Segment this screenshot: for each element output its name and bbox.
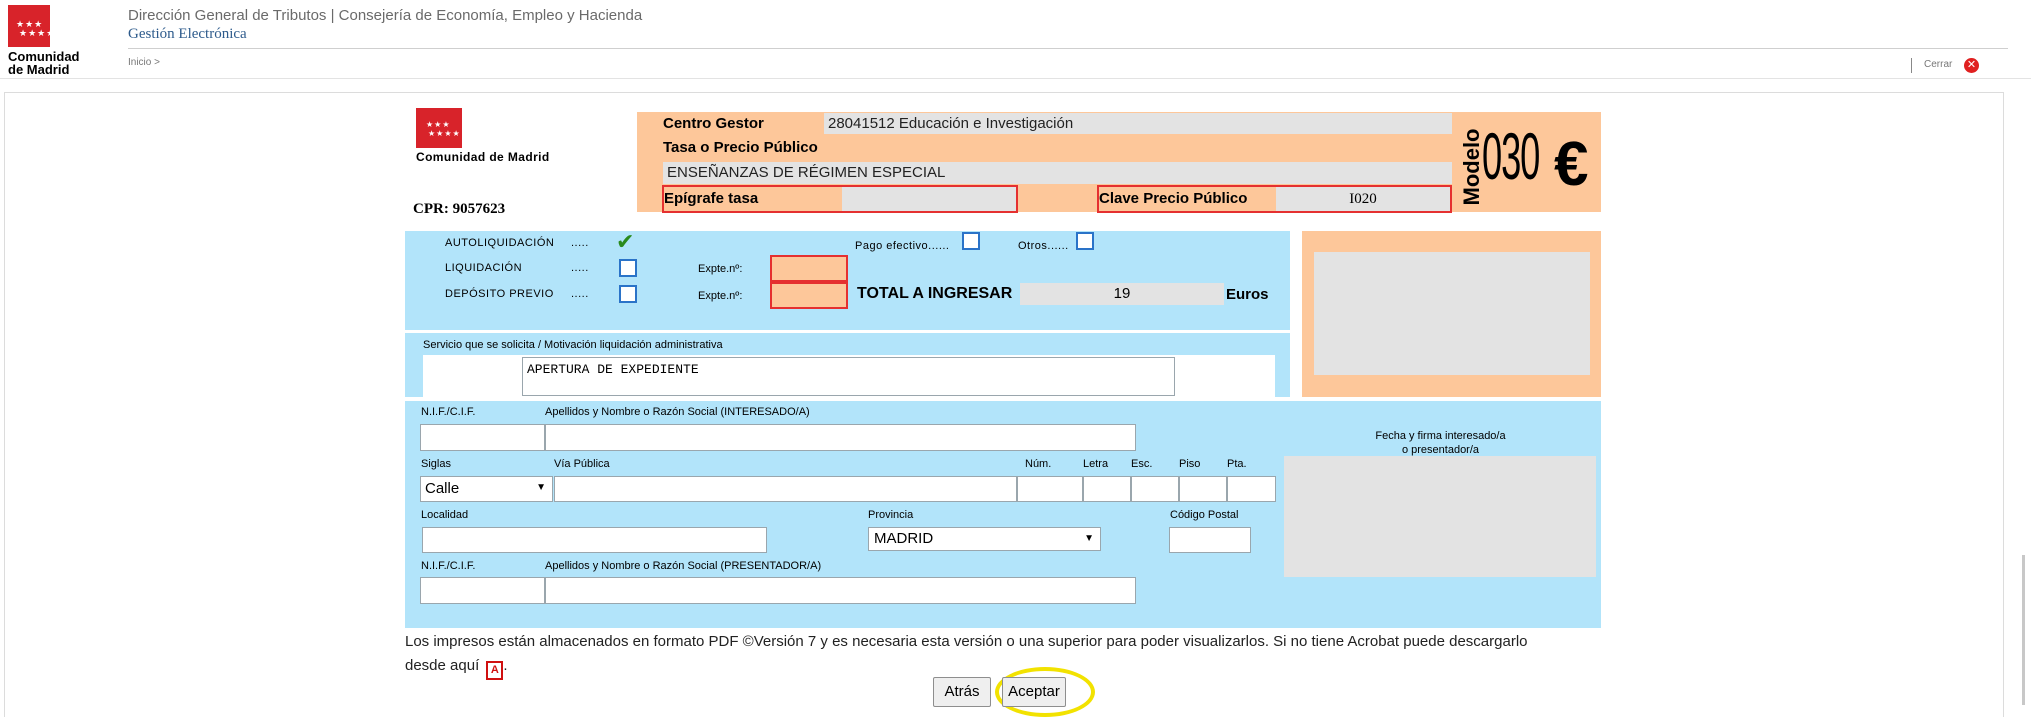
firma-area[interactable] [1284,456,1596,577]
interesado-input[interactable] [545,424,1136,451]
num-label: Núm. [1025,458,1052,470]
close-link[interactable]: Cerrar [1924,59,1952,70]
centro-gestor-value: 28041512 Educación e Investigación [824,113,1452,134]
total-value: 19 [1020,283,1224,305]
chevron-down-icon: ▼ [1084,533,1094,544]
localidad-input[interactable] [422,527,767,553]
form-brand-text: Comunidad de Madrid [416,150,550,164]
siglas-label: Siglas [421,458,451,470]
piso-label: Piso [1179,458,1201,470]
euro-icon: € [1554,130,1589,199]
via-input[interactable] [554,476,1017,502]
servicio-label: Servicio que se solicita / Motivación li… [423,339,723,351]
autoliquidacion-checkmark-icon[interactable]: ✔ [616,229,634,255]
department-title: Dirección General de Tributos | Consejer… [128,7,643,24]
centro-gestor-label: Centro Gestor [663,115,764,132]
header-divider [128,48,2008,49]
logo-text: Comunidad de Madrid [8,50,80,76]
expte-label-1: Expte.nº: [698,263,743,275]
nif-input[interactable] [420,424,545,451]
deposito-dots: ..... [571,288,589,300]
accept-button[interactable]: Aceptar [1002,677,1066,707]
autoliquidacion-label: AUTOLIQUIDACIÓN [445,237,555,249]
servicio-textarea[interactable]: APERTURA DE EXPEDIENTE [522,357,1175,396]
header-bottom-line [0,78,2031,79]
esc-input[interactable] [1131,476,1179,502]
pdf-notice: Los impresos están almacenados en format… [405,630,1615,680]
autoliquidacion-dots: ..... [571,237,589,249]
pago-efectivo-label: Pago efectivo...... [855,240,950,252]
codigo-postal-label: Código Postal [1170,509,1239,521]
close-icon[interactable]: ✕ [1964,58,1979,73]
presentador-label: Apellidos y Nombre o Razón Social (PRESE… [545,560,822,572]
nif-label: N.I.F./C.I.F. [421,406,476,418]
expte-label-2: Expte.nº: [698,290,743,302]
liquidacion-checkbox[interactable] [619,259,637,277]
num-input[interactable] [1017,476,1083,502]
epigrafe-label: Epígrafe tasa [664,190,759,207]
letra-input[interactable] [1083,476,1131,502]
via-label: Vía Pública [554,458,610,470]
chevron-down-icon: ▼ [536,482,546,493]
epigrafe-input[interactable] [842,187,1016,211]
clave-label: Clave Precio Público [1099,190,1248,207]
pdf-notice-line-2-text: desde aquí [405,657,480,674]
back-button[interactable]: Atrás [933,677,991,707]
breadcrumb[interactable]: Inicio > [128,57,160,68]
cpr-number: CPR: 9057623 [413,201,506,217]
localidad-label: Localidad [421,509,469,521]
otros-checkbox[interactable] [1076,232,1094,250]
logo-line-2: de Madrid [8,62,70,77]
letra-label: Letra [1083,458,1109,470]
deposito-checkbox[interactable] [619,285,637,303]
siglas-value: Calle [425,480,460,497]
otros-label: Otros...... [1018,240,1069,252]
stamp-area [1314,252,1590,375]
nif2-label: N.I.F./C.I.F. [421,560,476,572]
firma-label: Fecha y firma interesado/a o presentador… [1283,429,1598,457]
provincia-value: MADRID [874,530,934,547]
interesado-label: Apellidos y Nombre o Razón Social (INTER… [545,406,810,418]
tasa-label: Tasa o Precio Público [663,139,818,156]
pago-efectivo-checkbox[interactable] [962,232,980,250]
esc-label: Esc. [1131,458,1153,470]
close-separator [1911,58,1912,73]
codigo-postal-input[interactable] [1169,527,1251,553]
siglas-select[interactable]: Calle ▼ [420,476,553,502]
tasa-value: ENSEÑANZAS DE RÉGIMEN ESPECIAL [663,162,1452,184]
liquidacion-label: LIQUIDACIÓN [445,262,523,274]
form-brand-flag: ★★★ ★★★★ [416,108,462,148]
clave-value: I020 [1276,187,1450,211]
piso-input[interactable] [1179,476,1227,502]
firma-label-line-2: o presentador/a [1401,444,1480,456]
expte-liquidacion-input[interactable] [770,255,848,282]
modelo-030-badge: Modelo 030 € [1450,112,1601,212]
gestion-electronica-subtitle[interactable]: Gestión Electrónica [128,26,247,43]
deposito-label: DEPÓSITO PREVIO [445,288,554,300]
total-label: TOTAL A INGRESAR [857,285,1013,302]
pta-label: Pta. [1227,458,1247,470]
provincia-label: Provincia [868,509,914,521]
nif2-input[interactable] [420,577,545,604]
presentador-input[interactable] [545,577,1136,604]
comunidad-madrid-flag-logo[interactable]: ★★★ ★★★★ [8,5,54,47]
firma-label-line-1: Fecha y firma interesado/a [1375,430,1506,442]
acrobat-pdf-download-icon[interactable]: A [486,661,504,680]
provincia-select[interactable]: MADRID ▼ [868,527,1101,551]
euros-label: Euros [1226,286,1269,303]
expte-deposito-input[interactable] [770,282,848,309]
pdf-notice-period: . [503,657,508,674]
modelo-number: 030 [1482,119,1540,193]
pta-input[interactable] [1227,476,1276,502]
liquidacion-dots: ..... [571,262,589,274]
pdf-notice-line-1: Los impresos están almacenados en format… [405,633,1528,650]
scrollbar-thumb[interactable] [2022,555,2025,705]
